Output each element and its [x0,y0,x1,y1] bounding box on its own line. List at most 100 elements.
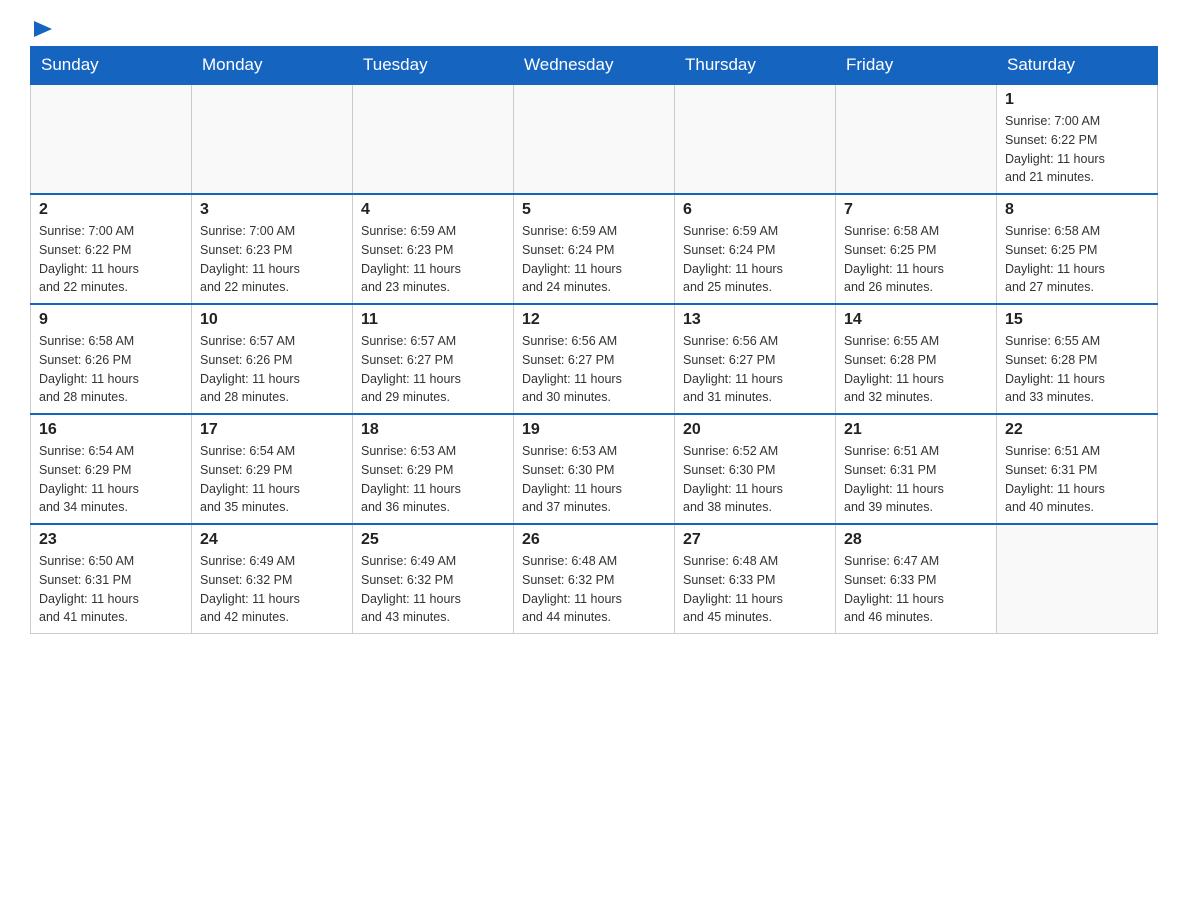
calendar-day-2: 2 Sunrise: 7:00 AMSunset: 6:22 PMDaylight… [31,194,192,304]
day-info: Sunrise: 6:53 AMSunset: 6:30 PMDaylight:… [522,442,666,517]
weekday-header-wednesday: Wednesday [514,47,675,85]
day-info: Sunrise: 7:00 AMSunset: 6:22 PMDaylight:… [39,222,183,297]
calendar-day-empty [997,524,1158,634]
day-info: Sunrise: 7:00 AMSunset: 6:22 PMDaylight:… [1005,112,1149,187]
day-number: 2 [39,201,183,219]
day-number: 14 [844,311,988,329]
day-info: Sunrise: 6:58 AMSunset: 6:26 PMDaylight:… [39,332,183,407]
day-info: Sunrise: 6:59 AMSunset: 6:24 PMDaylight:… [522,222,666,297]
day-info: Sunrise: 6:54 AMSunset: 6:29 PMDaylight:… [39,442,183,517]
calendar-day-18: 18 Sunrise: 6:53 AMSunset: 6:29 PMDayligh… [353,414,514,524]
day-number: 4 [361,201,505,219]
logo [30,20,54,36]
weekday-header-tuesday: Tuesday [353,47,514,85]
logo-arrow-icon [32,18,54,40]
day-number: 25 [361,531,505,549]
calendar-day-23: 23 Sunrise: 6:50 AMSunset: 6:31 PMDayligh… [31,524,192,634]
weekday-header-thursday: Thursday [675,47,836,85]
calendar-day-17: 17 Sunrise: 6:54 AMSunset: 6:29 PMDayligh… [192,414,353,524]
day-number: 5 [522,201,666,219]
day-number: 24 [200,531,344,549]
weekday-header-monday: Monday [192,47,353,85]
calendar-day-empty [31,84,192,194]
calendar-day-empty [675,84,836,194]
day-number: 6 [683,201,827,219]
day-number: 23 [39,531,183,549]
day-info: Sunrise: 6:57 AMSunset: 6:27 PMDaylight:… [361,332,505,407]
day-info: Sunrise: 6:58 AMSunset: 6:25 PMDaylight:… [1005,222,1149,297]
day-info: Sunrise: 6:59 AMSunset: 6:23 PMDaylight:… [361,222,505,297]
calendar-day-12: 12Sunrise: 6:56 AMSunset: 6:27 PMDayligh… [514,304,675,414]
calendar-day-7: 7 Sunrise: 6:58 AMSunset: 6:25 PMDaylight… [836,194,997,304]
day-info: Sunrise: 6:53 AMSunset: 6:29 PMDaylight:… [361,442,505,517]
day-info: Sunrise: 6:49 AMSunset: 6:32 PMDaylight:… [361,552,505,627]
calendar-day-22: 22 Sunrise: 6:51 AMSunset: 6:31 PMDayligh… [997,414,1158,524]
calendar-week-row: 9 Sunrise: 6:58 AMSunset: 6:26 PMDaylight… [31,304,1158,414]
day-info: Sunrise: 6:48 AMSunset: 6:33 PMDaylight:… [683,552,827,627]
calendar-day-11: 11 Sunrise: 6:57 AMSunset: 6:27 PMDayligh… [353,304,514,414]
day-number: 15 [1005,311,1149,329]
calendar-day-3: 3 Sunrise: 7:00 AMSunset: 6:23 PMDaylight… [192,194,353,304]
weekday-header-friday: Friday [836,47,997,85]
calendar-day-9: 9 Sunrise: 6:58 AMSunset: 6:26 PMDaylight… [31,304,192,414]
day-number: 19 [522,421,666,439]
day-info: Sunrise: 6:55 AMSunset: 6:28 PMDaylight:… [1005,332,1149,407]
day-info: Sunrise: 6:52 AMSunset: 6:30 PMDaylight:… [683,442,827,517]
calendar-day-4: 4 Sunrise: 6:59 AMSunset: 6:23 PMDaylight… [353,194,514,304]
calendar-day-6: 6 Sunrise: 6:59 AMSunset: 6:24 PMDaylight… [675,194,836,304]
day-number: 18 [361,421,505,439]
calendar-day-28: 28 Sunrise: 6:47 AMSunset: 6:33 PMDayligh… [836,524,997,634]
day-number: 28 [844,531,988,549]
calendar-day-13: 13 Sunrise: 6:56 AMSunset: 6:27 PMDayligh… [675,304,836,414]
day-number: 8 [1005,201,1149,219]
calendar-day-25: 25 Sunrise: 6:49 AMSunset: 6:32 PMDayligh… [353,524,514,634]
calendar-day-8: 8 Sunrise: 6:58 AMSunset: 6:25 PMDaylight… [997,194,1158,304]
calendar-day-24: 24 Sunrise: 6:49 AMSunset: 6:32 PMDayligh… [192,524,353,634]
day-number: 3 [200,201,344,219]
calendar-week-row: 1 Sunrise: 7:00 AMSunset: 6:22 PMDaylight… [31,84,1158,194]
day-info: Sunrise: 6:47 AMSunset: 6:33 PMDaylight:… [844,552,988,627]
calendar-day-15: 15 Sunrise: 6:55 AMSunset: 6:28 PMDayligh… [997,304,1158,414]
calendar-day-19: 19 Sunrise: 6:53 AMSunset: 6:30 PMDayligh… [514,414,675,524]
day-number: 16 [39,421,183,439]
day-number: 10 [200,311,344,329]
calendar-week-row: 16 Sunrise: 6:54 AMSunset: 6:29 PMDayligh… [31,414,1158,524]
day-number: 20 [683,421,827,439]
day-info: Sunrise: 6:56 AMSunset: 6:27 PMDaylight:… [522,332,666,407]
calendar-week-row: 2 Sunrise: 7:00 AMSunset: 6:22 PMDaylight… [31,194,1158,304]
calendar-day-empty [192,84,353,194]
day-info: Sunrise: 6:59 AMSunset: 6:24 PMDaylight:… [683,222,827,297]
day-info: Sunrise: 6:51 AMSunset: 6:31 PMDaylight:… [1005,442,1149,517]
day-number: 27 [683,531,827,549]
calendar-day-10: 10 Sunrise: 6:57 AMSunset: 6:26 PMDayligh… [192,304,353,414]
calendar-day-empty [836,84,997,194]
day-number: 13 [683,311,827,329]
weekday-header-saturday: Saturday [997,47,1158,85]
page-header [30,20,1158,36]
day-info: Sunrise: 6:57 AMSunset: 6:26 PMDaylight:… [200,332,344,407]
day-number: 17 [200,421,344,439]
day-number: 7 [844,201,988,219]
day-info: Sunrise: 7:00 AMSunset: 6:23 PMDaylight:… [200,222,344,297]
calendar-day-empty [514,84,675,194]
day-number: 21 [844,421,988,439]
weekday-header-sunday: Sunday [31,47,192,85]
calendar-day-1: 1 Sunrise: 7:00 AMSunset: 6:22 PMDaylight… [997,84,1158,194]
day-info: Sunrise: 6:54 AMSunset: 6:29 PMDaylight:… [200,442,344,517]
day-number: 22 [1005,421,1149,439]
calendar-day-26: 26Sunrise: 6:48 AMSunset: 6:32 PMDayligh… [514,524,675,634]
weekday-header-row: SundayMondayTuesdayWednesdayThursdayFrid… [31,47,1158,85]
day-info: Sunrise: 6:58 AMSunset: 6:25 PMDaylight:… [844,222,988,297]
day-number: 1 [1005,91,1149,109]
calendar-day-empty [353,84,514,194]
calendar-day-5: 5 Sunrise: 6:59 AMSunset: 6:24 PMDaylight… [514,194,675,304]
calendar-day-21: 21Sunrise: 6:51 AMSunset: 6:31 PMDayligh… [836,414,997,524]
day-info: Sunrise: 6:56 AMSunset: 6:27 PMDaylight:… [683,332,827,407]
day-number: 11 [361,311,505,329]
day-info: Sunrise: 6:50 AMSunset: 6:31 PMDaylight:… [39,552,183,627]
day-number: 9 [39,311,183,329]
calendar-day-14: 14 Sunrise: 6:55 AMSunset: 6:28 PMDayligh… [836,304,997,414]
day-info: Sunrise: 6:48 AMSunset: 6:32 PMDaylight:… [522,552,666,627]
day-info: Sunrise: 6:55 AMSunset: 6:28 PMDaylight:… [844,332,988,407]
day-info: Sunrise: 6:49 AMSunset: 6:32 PMDaylight:… [200,552,344,627]
